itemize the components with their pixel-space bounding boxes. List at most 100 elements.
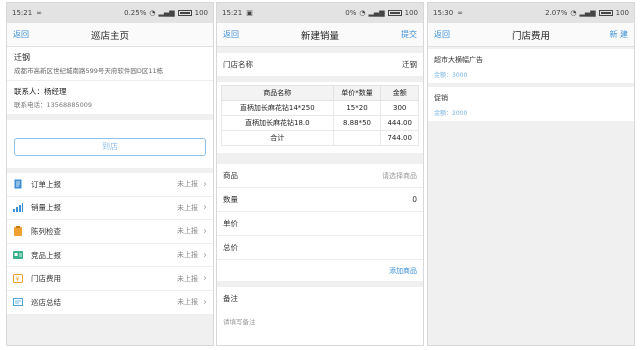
infinity-icon: ∞ [36,9,43,17]
note-section[interactable]: 备注 请填写备注 [217,287,423,345]
cell-product: 直柄加长麻花钻18.0 [221,115,334,131]
id-card-icon [13,250,23,260]
menu-item-status: 未上报 [177,203,198,212]
nav-bar: 返回 巡店主页 [7,23,213,47]
contact-phone[interactable]: 联系电话：13568885009 [14,99,206,109]
cell-price-qty: 15*20 [332,100,382,116]
total-label: 合计 [221,130,334,146]
signal-icon: ▂▄▆ [158,9,175,17]
menu-item-label: 门店费用 [31,274,61,284]
report-menu: 订单上报 未上报 › 销量上报 未上报 › 陈列检查 未上报 › 竞品上报 未上… [7,173,213,315]
product-label: 商品 [223,171,238,180]
menu-item-display-check[interactable]: 陈列检查 未上报 › [7,220,213,244]
store-name-value: 迁钢 [402,60,417,69]
total-value: 744.00 [380,130,419,146]
store-info: 迁钢 成都市高新区世纪城南路599号天府软件园D区11栋 [7,47,213,80]
data-percent: 0% [345,9,357,17]
table-row[interactable]: 直柄加长麻花钻14*250 15*20 300 [221,100,419,116]
nav-bar: 返回 门店费用 新 建 [428,23,634,47]
product-select[interactable]: 请选择商品 [382,171,417,181]
nav-bar: 返回 新建销量 提交 [217,23,423,47]
data-percent: 2.07% [545,9,568,17]
total-price-label: 总价 [223,243,238,252]
new-button[interactable]: 新 建 [592,29,628,40]
chevron-right-icon: › [203,273,207,285]
note-input[interactable]: 请填写备注 [223,316,417,326]
menu-item-status: 未上报 [177,180,198,189]
table-row[interactable]: 直柄加长麻花钻18.0 8.88*50 444.00 [221,115,419,131]
clipboard-icon [13,226,23,237]
store-address: 成都市高新区世纪城南路599号天府软件园D区11栋 [14,67,164,75]
menu-item-competitor-report[interactable]: 竞品上报 未上报 › [7,244,213,268]
total-empty-cell [332,130,382,146]
quantity-input[interactable]: 0 [412,195,417,204]
product-select-row[interactable]: 商品 请选择商品 [217,164,423,188]
chevron-right-icon: › [203,202,207,214]
coupon-icon: ¥ [13,274,23,284]
screen-new-sales: 15:21 ▣ 0% ◔ ▂▄▆ 100 返回 新建销量 提交 门店名称 迁钢 商品名称… [216,2,424,346]
note-label: 备注 [223,294,238,303]
menu-item-label: 竞品上报 [31,250,61,260]
menu-item-status: 未上报 [177,298,198,307]
menu-item-order-report[interactable]: 订单上报 未上报 › [7,173,213,197]
column-header: 商品名称 [221,85,334,101]
table-total-row: 合计 744.00 [221,130,419,146]
menu-item-visit-summary[interactable]: 巡店总结 未上报 › [7,291,213,315]
expense-amount: 金额：2000 [434,110,468,117]
battery-icon [177,10,192,16]
cell-amount: 300 [380,100,419,116]
battery-icon [598,10,613,16]
menu-item-status: 未上报 [177,227,198,236]
contact-name: 联系人：杨经理 [14,87,67,96]
quantity-row[interactable]: 数量 0 [217,188,423,212]
summary-icon [13,297,23,307]
store-name-label: 门店名称 [223,60,253,69]
checkin-button[interactable]: 到店 [14,138,206,156]
back-button[interactable]: 返回 [13,29,49,40]
infinity-icon: ∞ [457,9,464,17]
expense-item[interactable]: 促销 金额：2000 [428,87,634,121]
bar-chart-icon [13,203,23,213]
unit-price-label: 单价 [223,219,238,228]
status-bar: 15:21 ∞ 0.25% ◔ ▂▄▆ 100 [7,3,213,23]
add-product-button[interactable]: 添加商品 [389,266,417,276]
column-header: 单价*数量 [332,85,382,101]
battery-level: 100 [615,9,629,17]
status-time: 15:21 [222,9,243,17]
sales-table-wrap: 商品名称 单价*数量 金额 直柄加长麻花钻14*250 15*20 300 直柄… [217,82,423,153]
document-icon [13,179,23,189]
quantity-label: 数量 [223,195,238,204]
unit-price-row[interactable]: 单价 [217,212,423,236]
status-bar: 15:30 ∞ 2.07% ◔ ▂▄▆ 100 [428,3,634,23]
screen-store-home: 15:21 ∞ 0.25% ◔ ▂▄▆ 100 返回 巡店主页 迁钢 成都市高新区世纪城… [6,2,214,346]
contact-info: 联系人：杨经理 联系电话：13568885009 [7,80,213,114]
back-button[interactable]: 返回 [223,29,259,40]
battery-level: 100 [194,9,208,17]
menu-item-label: 巡店总结 [31,297,61,307]
wifi-icon: ◔ [359,9,366,17]
submit-button[interactable]: 提交 [381,29,417,40]
battery-icon [387,10,402,16]
column-header: 金额 [380,85,419,101]
menu-item-label: 陈列检查 [31,226,61,236]
expense-amount: 金额：3000 [434,72,468,79]
wifi-icon: ◔ [570,9,577,17]
back-button[interactable]: 返回 [434,29,470,40]
wifi-icon: ◔ [149,9,156,17]
menu-item-sales-report[interactable]: 销量上报 未上报 › [7,197,213,221]
screen-store-expense: 15:30 ∞ 2.07% ◔ ▂▄▆ 100 返回 门店费用 新 建 超市大横幅广告 … [427,2,635,346]
expense-item[interactable]: 超市大横幅广告 金额：3000 [428,49,634,83]
cell-price-qty: 8.88*50 [332,115,382,131]
svg-text:¥: ¥ [16,276,20,283]
status-time: 15:30 [433,9,454,17]
chevron-right-icon: › [203,225,207,237]
signal-icon: ▂▄▆ [579,9,596,17]
menu-item-store-expense[interactable]: ¥ 门店费用 未上报 › [7,267,213,291]
data-percent: 0.25% [124,9,147,17]
status-bar: 15:21 ▣ 0% ◔ ▂▄▆ 100 [217,3,423,23]
total-price-row: 总价 [217,236,423,260]
image-icon: ▣ [246,9,253,17]
expense-name: 促销 [434,94,448,102]
chevron-right-icon: › [203,249,207,261]
